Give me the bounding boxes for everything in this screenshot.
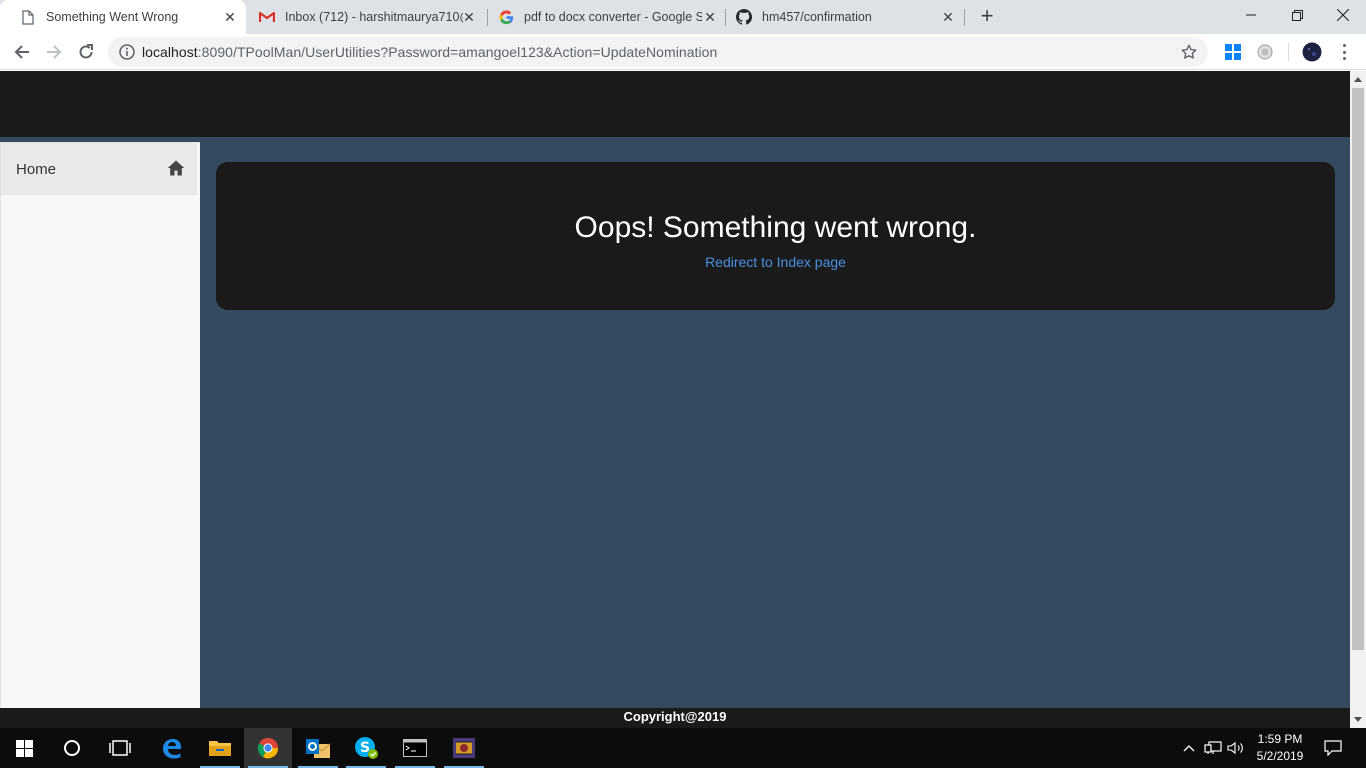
start-button[interactable] xyxy=(0,728,48,768)
clock-time: 1:59 PM xyxy=(1257,732,1303,746)
close-tab-icon[interactable]: ✕ xyxy=(940,9,956,25)
top-navbar xyxy=(0,71,1350,137)
redirect-index-link[interactable]: Redirect to Index page xyxy=(705,254,846,270)
show-hidden-icons-button[interactable] xyxy=(1180,728,1198,768)
tab-something-went-wrong[interactable]: Something Went Wrong ✕ xyxy=(0,0,246,34)
vertical-scrollbar[interactable] xyxy=(1350,71,1366,728)
home-icon xyxy=(167,160,185,176)
action-center-button[interactable] xyxy=(1320,728,1346,768)
page-viewport: Home Oops! Something went wrong. Redirec… xyxy=(0,71,1350,728)
clock-date: 5/2/2019 xyxy=(1256,749,1304,763)
skype-icon: S xyxy=(355,737,378,759)
sidebar-item-home[interactable]: Home xyxy=(1,143,197,195)
url-text[interactable]: localhost:8090/TPoolMan/UserUtilities?Pa… xyxy=(142,44,717,60)
chrome-icon xyxy=(257,737,279,759)
close-tab-icon[interactable]: ✕ xyxy=(461,9,477,25)
edge-icon xyxy=(163,739,181,759)
error-panel: Oops! Something went wrong. Redirect to … xyxy=(216,162,1335,310)
app-taskbar-button[interactable] xyxy=(440,728,488,768)
tab-inbox[interactable]: Inbox (712) - harshitmaurya710@ ✕ xyxy=(239,0,485,34)
task-view-icon xyxy=(109,740,131,756)
cortana-button[interactable] xyxy=(48,728,96,768)
close-icon xyxy=(1337,9,1349,21)
url-host: localhost xyxy=(142,44,198,60)
outlook-taskbar-button[interactable] xyxy=(294,728,342,768)
tab-pdf-converter[interactable]: pdf to docx converter - Google S ✕ xyxy=(478,0,726,34)
scroll-down-arrow-icon[interactable] xyxy=(1354,717,1362,722)
start-icon xyxy=(15,739,33,757)
url-path: :8090/TPoolMan/UserUtilities?Password=am… xyxy=(197,44,718,60)
address-bar[interactable]: localhost:8090/TPoolMan/UserUtilities?Pa… xyxy=(108,37,1208,67)
tab-title: pdf to docx converter - Google S xyxy=(524,10,702,24)
network-icon xyxy=(1204,741,1222,754)
back-button[interactable] xyxy=(8,38,36,66)
terminal-icon xyxy=(403,739,427,757)
minimize-icon xyxy=(1246,14,1256,16)
tab-title: Inbox (712) - harshitmaurya710@ xyxy=(285,10,463,24)
forward-button[interactable] xyxy=(40,38,68,66)
notification-icon xyxy=(1324,740,1342,756)
restore-window-button[interactable] xyxy=(1274,0,1320,30)
browser-tab-strip: Something Went Wrong ✕ Inbox (712) - har… xyxy=(0,0,1366,34)
bookmark-star-icon[interactable] xyxy=(1180,43,1198,61)
footer-copyright: Copyright@2019 xyxy=(0,708,1350,728)
volume-button[interactable] xyxy=(1226,728,1246,768)
windows-taskbar: S 1:59 PM 5/2/2019 xyxy=(0,728,1366,768)
gmail-icon xyxy=(259,9,275,25)
tab-title: hm457/confirmation xyxy=(762,10,872,24)
tab-title: Something Went Wrong xyxy=(46,10,179,24)
toolbar-separator xyxy=(1288,43,1289,61)
minimize-window-button[interactable] xyxy=(1228,0,1274,30)
taskbar-clock[interactable]: 1:59 PM 5/2/2019 xyxy=(1250,728,1310,768)
chrome-taskbar-button[interactable] xyxy=(244,728,292,768)
chevron-up-icon xyxy=(1183,745,1195,752)
browser-toolbar: localhost:8090/TPoolMan/UserUtilities?Pa… xyxy=(0,34,1366,70)
edge-taskbar-button[interactable] xyxy=(148,728,196,768)
sidebar: Home xyxy=(0,142,200,708)
network-button[interactable] xyxy=(1202,728,1224,768)
extension-icon[interactable] xyxy=(1256,43,1274,61)
reload-icon xyxy=(79,44,93,59)
file-explorer-icon xyxy=(209,741,231,756)
windows-extension-icon[interactable] xyxy=(1224,43,1242,61)
page-icon xyxy=(20,9,36,25)
close-tab-icon[interactable]: ✕ xyxy=(222,9,238,25)
back-arrow-icon xyxy=(14,45,29,59)
google-icon xyxy=(498,9,514,25)
restore-icon xyxy=(1291,9,1303,21)
cortana-icon xyxy=(64,740,80,756)
github-icon xyxy=(736,9,752,25)
info-icon[interactable] xyxy=(119,44,135,60)
error-title: Oops! Something went wrong. xyxy=(574,211,977,244)
scrollbar-thumb[interactable] xyxy=(1352,88,1364,650)
sidebar-item-label: Home xyxy=(16,160,57,178)
scroll-up-arrow-icon[interactable] xyxy=(1354,77,1362,82)
tab-github-confirmation[interactable]: hm457/confirmation ✕ xyxy=(716,0,964,34)
skype-taskbar-button[interactable]: S xyxy=(342,728,390,768)
app-icon xyxy=(453,738,475,758)
new-tab-button[interactable]: + xyxy=(977,5,997,27)
task-view-button[interactable] xyxy=(96,728,144,768)
file-explorer-taskbar-button[interactable] xyxy=(196,728,244,768)
volume-icon xyxy=(1227,741,1243,755)
close-window-button[interactable] xyxy=(1320,0,1366,30)
terminal-taskbar-button[interactable] xyxy=(391,728,439,768)
menu-icon[interactable] xyxy=(1336,43,1352,61)
outlook-icon xyxy=(306,739,331,758)
reload-button[interactable] xyxy=(72,38,100,66)
forward-arrow-icon xyxy=(47,45,62,59)
profile-avatar[interactable] xyxy=(1302,42,1322,62)
tab-separator xyxy=(964,9,965,26)
